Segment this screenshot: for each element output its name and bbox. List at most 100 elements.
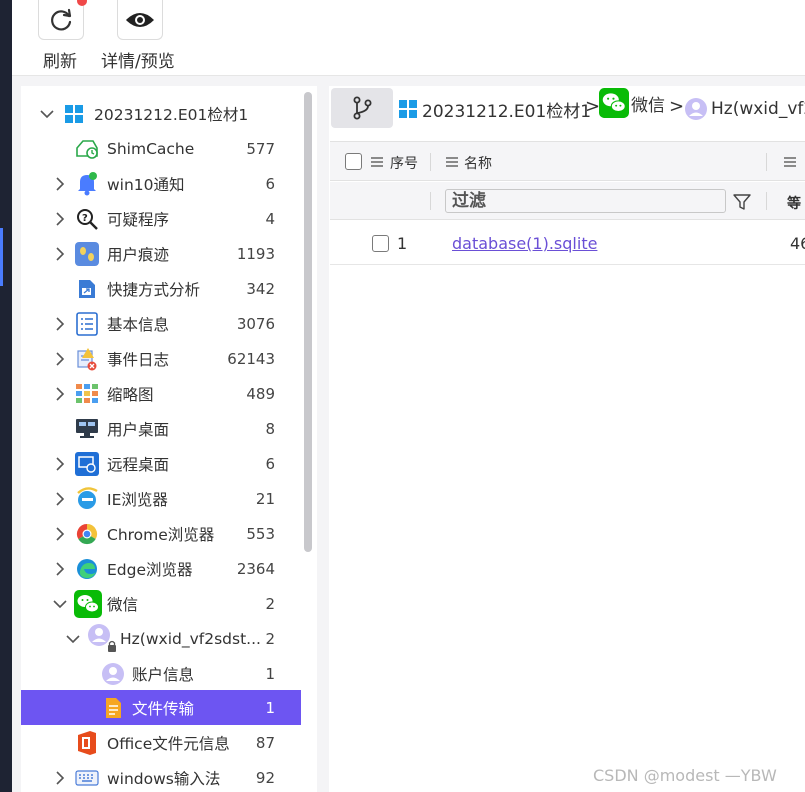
filter-funnel-icon[interactable] [733, 193, 751, 211]
edge-browser-icon [75, 557, 99, 581]
tree-item-wechat-account[interactable]: Hz(wxid_vf2sdst... 2 [21, 621, 301, 656]
tree-item-windows-ime[interactable]: windows输入法 92 [21, 760, 301, 792]
tree-item-count: 87 [255, 733, 275, 752]
notification-bell-icon [75, 171, 99, 196]
column-header-name[interactable]: 名称 [464, 153, 492, 173]
chevron-right-icon[interactable] [53, 526, 67, 541]
row-checkbox[interactable] [372, 235, 389, 252]
tree-scrollbar[interactable] [304, 92, 312, 552]
chevron-down-icon[interactable] [66, 632, 80, 646]
breadcrumb-separator: > [669, 96, 685, 117]
tree-item-count: 8 [265, 419, 275, 438]
notification-dot [77, 0, 87, 6]
tree-item-ie-browser[interactable]: IE浏览器 21 [21, 481, 301, 516]
tree-item-basic-info[interactable]: 基本信息 3076 [21, 306, 301, 341]
tree-item-user-desktop[interactable]: 用户桌面 8 [21, 411, 301, 446]
tree-root-item[interactable]: 20231212.E01检材1 [21, 96, 301, 131]
tree-item-count: 489 [246, 384, 275, 403]
tree-item-shortcut-analysis[interactable]: 快捷方式分析 342 [21, 271, 301, 306]
office-icon [75, 730, 99, 755]
chevron-right-icon[interactable] [53, 491, 67, 506]
tree-item-remote-desktop[interactable]: 远程桌面 6 [21, 446, 301, 481]
thumbnail-icon [75, 382, 99, 406]
refresh-button[interactable] [38, 0, 87, 40]
event-log-icon [75, 347, 99, 371]
tree-item-event-log[interactable]: 事件日志 62143 [21, 341, 301, 376]
breadcrumb-item-evidence[interactable]: 20231212.E01检材1 [399, 96, 591, 122]
tree-item-user-traces[interactable]: 用户痕迹 1193 [21, 236, 301, 271]
tree-item-count: 21 [255, 489, 275, 508]
column-menu-icon[interactable] [784, 157, 796, 167]
tree-item-wechat[interactable]: 微信 2 [21, 586, 301, 621]
tree-item-thumbnails[interactable]: 缩略图 489 [21, 376, 301, 411]
tree-item-suspicious-programs[interactable]: ? 可疑程序 4 [21, 201, 301, 236]
row-index: 1 [397, 234, 408, 253]
wechat-icon [599, 88, 629, 118]
side-strip-active-marker [0, 228, 3, 286]
tree-item-label: windows输入法 [107, 769, 221, 788]
tree-item-label: Office文件元信息 [107, 734, 230, 753]
tree-item-chrome-browser[interactable]: Chrome浏览器 553 [21, 516, 301, 551]
shimcache-icon [75, 137, 99, 161]
file-name-link[interactable]: database(1).sqlite [452, 234, 597, 253]
tree-item-label: 可疑程序 [107, 210, 170, 229]
chevron-right-icon[interactable] [53, 211, 67, 226]
tree-item-count: 577 [246, 139, 275, 158]
tree-item-count: 4 [265, 209, 275, 228]
select-all-checkbox[interactable] [345, 153, 362, 170]
ie-browser-icon [75, 486, 99, 511]
column-menu-icon[interactable] [371, 157, 383, 167]
tree-item-count: 2 [265, 629, 275, 648]
chevron-right-icon[interactable] [53, 176, 67, 191]
tree-item-count: 342 [246, 279, 275, 298]
column-header-index[interactable]: 序号 [390, 153, 418, 173]
shortcut-icon [75, 277, 99, 301]
app-side-strip [0, 0, 12, 792]
column-menu-icon[interactable] [446, 157, 458, 167]
chevron-right-icon[interactable] [53, 351, 67, 366]
chevron-down-icon[interactable] [53, 597, 67, 611]
tree-item-edge-browser[interactable]: Edge浏览器 2364 [21, 551, 301, 586]
detail-preview-button[interactable] [117, 0, 163, 40]
tree-item-label: 微信 [107, 595, 139, 614]
tree-item-shimcache[interactable]: ShimCache 577 [21, 131, 301, 166]
svg-text:?: ? [82, 213, 88, 224]
eye-icon [126, 12, 154, 27]
column-divider[interactable] [430, 153, 431, 171]
breadcrumb-item-account[interactable]: Hz(wxid_vf2 [684, 96, 805, 122]
wechat-icon [74, 589, 102, 618]
breadcrumb-separator: > [585, 96, 601, 117]
name-filter-input[interactable]: 过滤 [445, 189, 726, 213]
tree-item-office-metadata[interactable]: Office文件元信息 87 [21, 725, 301, 760]
chevron-right-icon[interactable] [53, 561, 67, 576]
tree-item-label: 文件传输 [132, 699, 195, 718]
column-divider[interactable] [766, 153, 767, 171]
chevron-right-icon[interactable] [53, 246, 67, 261]
tree-item-count: 3076 [236, 314, 275, 333]
basic-info-icon [75, 311, 99, 336]
breadcrumb-item-wechat[interactable]: 微信 [599, 88, 665, 118]
chevron-right-icon[interactable] [53, 386, 67, 401]
tree-item-account-info[interactable]: 账户信息 1 [21, 656, 301, 691]
tree-item-label: win10通知 [107, 175, 185, 194]
user-avatar-locked-icon [87, 623, 117, 654]
tree-item-win10-notification[interactable]: win10通知 6 [21, 166, 301, 201]
tree-item-label: 快捷方式分析 [107, 280, 201, 299]
table-header: 序号 名称 [330, 141, 805, 181]
chevron-right-icon[interactable] [53, 770, 67, 785]
tree-item-count: 2364 [236, 559, 275, 578]
branch-button[interactable] [331, 88, 393, 128]
filter-next-column[interactable]: 等 [787, 193, 801, 213]
watermark: CSDN @modest —YBW [593, 766, 777, 785]
toolbar: 刷新 详情/预览 [12, 0, 805, 76]
tree-item-label: Chrome浏览器 [107, 525, 215, 544]
chevron-down-icon[interactable] [40, 107, 54, 121]
tree-item-count: 6 [265, 174, 275, 193]
tree-item-label: 缩略图 [107, 385, 154, 404]
desktop-monitor-icon [75, 417, 99, 441]
chevron-right-icon[interactable] [53, 316, 67, 331]
user-traces-icon [75, 241, 99, 266]
tree-item-file-transfer[interactable]: 文件传输 1 [21, 690, 301, 725]
chevron-right-icon[interactable] [53, 456, 67, 471]
breadcrumb-label: Hz(wxid_vf2 [711, 99, 805, 119]
